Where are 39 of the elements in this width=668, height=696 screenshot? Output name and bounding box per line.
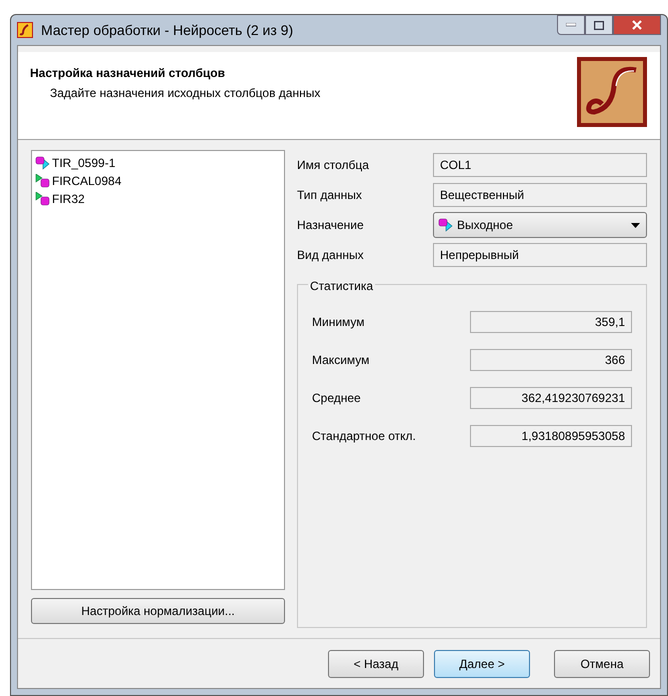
header-title: Настройка назначений столбцов bbox=[30, 65, 226, 82]
readonly-field[interactable]: Вещественный bbox=[433, 183, 647, 207]
app-icon bbox=[17, 22, 33, 38]
readonly-field[interactable]: COL1 bbox=[433, 153, 647, 177]
wizard-button[interactable]: Отмена bbox=[554, 650, 650, 678]
field-label: Назначение bbox=[297, 217, 365, 234]
dropdown-caret-icon bbox=[631, 222, 640, 228]
minimize-icon bbox=[566, 23, 576, 27]
statistic-value: 366 bbox=[470, 349, 632, 371]
readonly-field[interactable]: Непрерывный bbox=[433, 243, 647, 267]
statistic-label: Минимум bbox=[312, 314, 366, 331]
statistic-value: 359,1 bbox=[470, 311, 632, 333]
statistic-label: Стандартное откл. bbox=[312, 428, 417, 445]
purpose-dropdown[interactable]: Выходное bbox=[433, 212, 647, 238]
statistic-label: Максимум bbox=[312, 352, 370, 369]
window-title: Мастер обработки - Нейросеть (2 из 9) bbox=[41, 20, 294, 40]
input-column-icon bbox=[35, 174, 51, 188]
normalization-button[interactable]: Настройка нормализации... bbox=[31, 598, 285, 624]
statistic-label: Среднее bbox=[312, 390, 362, 407]
column-list-item[interactable]: FIR32 bbox=[35, 190, 281, 208]
input-column-icon bbox=[35, 192, 51, 206]
field-label: Вид данных bbox=[297, 247, 365, 264]
minimize-button[interactable] bbox=[557, 15, 585, 35]
column-list-item[interactable]: FIRCAL0984 bbox=[35, 172, 281, 190]
field-label: Имя столбца bbox=[297, 157, 370, 174]
close-button[interactable] bbox=[613, 15, 661, 35]
field-label: Тип данных bbox=[297, 187, 363, 204]
output-column-icon bbox=[438, 218, 454, 232]
column-list-item[interactable]: TIR_0599-1 bbox=[35, 154, 281, 172]
output-column-icon bbox=[35, 156, 51, 170]
close-icon bbox=[632, 20, 642, 30]
header-subtitle: Задайте назначения исходных столбцов данных bbox=[49, 85, 322, 102]
logo-icon bbox=[576, 56, 648, 128]
maximize-icon bbox=[594, 20, 604, 30]
wizard-button[interactable]: Далее > bbox=[434, 650, 530, 678]
wizard-button[interactable]: < Назад bbox=[328, 650, 424, 678]
statistic-value: 1,93180895953058 bbox=[470, 425, 632, 447]
maximize-button[interactable] bbox=[585, 15, 613, 35]
statistic-value: 362,419230769231 bbox=[470, 387, 632, 409]
